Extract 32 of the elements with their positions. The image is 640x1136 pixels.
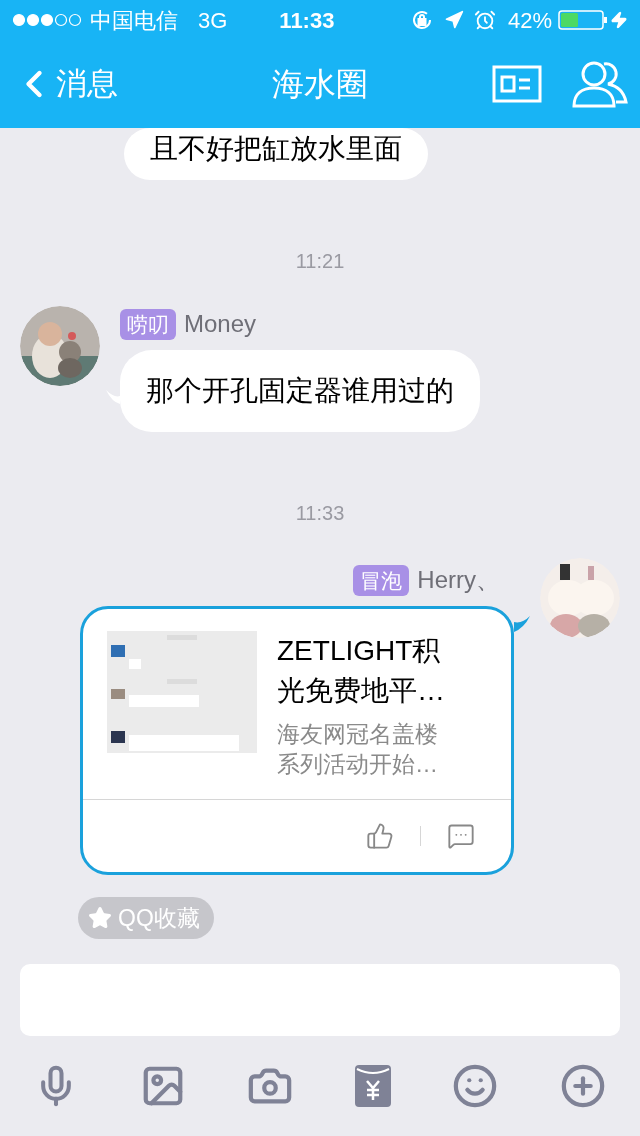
location-icon (443, 10, 464, 30)
charging-icon (610, 11, 628, 29)
timestamp: 11:21 (295, 249, 345, 274)
thumbs-up-icon[interactable] (366, 822, 394, 850)
group-title-badge: 冒泡 (353, 564, 410, 596)
money-envelope-icon[interactable] (354, 1065, 391, 1107)
comment-icon[interactable] (447, 822, 475, 850)
star-icon (88, 906, 112, 930)
alarm-icon (473, 9, 496, 31)
timestamp: 11:33 (295, 501, 345, 526)
group-members-icon[interactable] (572, 60, 628, 108)
shared-post-card[interactable]: ZETLIGHT积光免费地平… 海友网冠名盖楼系列活动开始… (80, 606, 514, 875)
message-bubble: 那个开孔固定器谁用过的 (120, 350, 480, 432)
network-type: 3G (198, 6, 228, 35)
signal-icon (12, 13, 84, 27)
chat-title: 海水圈 (272, 65, 368, 104)
emoji-icon[interactable] (452, 1063, 499, 1109)
id-card-icon[interactable] (492, 65, 542, 103)
plus-icon[interactable] (559, 1063, 606, 1109)
group-title-badge: 唠叨 (120, 308, 176, 340)
message-bubble: 且不好把缸放水里面 (124, 128, 428, 180)
clock-time: 11:33 (279, 6, 335, 35)
post-description: 海友网冠名盖楼系列活动开始… (277, 720, 439, 779)
battery-percentage: 42% (507, 6, 552, 35)
speech-tail (514, 616, 530, 632)
favorite-chip[interactable]: QQ收藏 (78, 897, 214, 939)
post-title: ZETLIGHT积光免费地平… (277, 634, 446, 708)
sender-name: Money (184, 309, 257, 339)
carrier-name: 中国电信 (90, 6, 178, 35)
sender-name: Herry、 (417, 565, 500, 595)
battery-icon (558, 9, 608, 31)
back-button[interactable]: 消息 (12, 60, 118, 108)
